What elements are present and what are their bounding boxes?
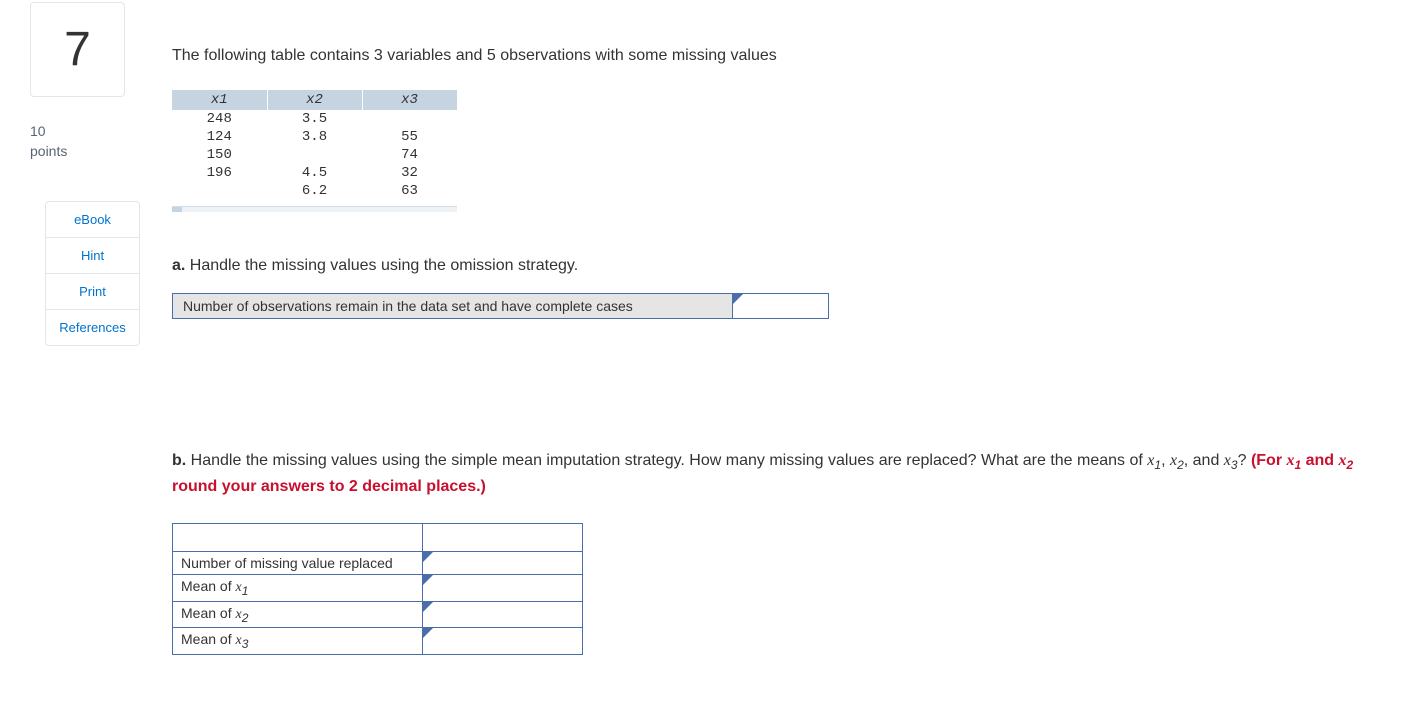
table-row: 196 4.5 32: [172, 164, 457, 182]
col-header-x2: x2: [267, 90, 362, 110]
input-indicator-icon: [423, 552, 433, 562]
points-value: 10: [30, 122, 140, 142]
mean-x2-input[interactable]: [423, 603, 582, 625]
sidebar-links: eBook Hint Print References: [45, 201, 140, 346]
sidebar-link-hint[interactable]: Hint: [46, 238, 139, 274]
missing-count-input[interactable]: [423, 552, 582, 574]
sidebar-link-references[interactable]: References: [46, 310, 139, 345]
part-b-text: Handle the missing values using the simp…: [186, 452, 1147, 469]
intro-text: The following table contains 3 variables…: [172, 47, 1377, 65]
part-a-answer-row: Number of observations remain in the dat…: [172, 293, 829, 319]
part-a-text: Handle the missing values using the omis…: [185, 257, 578, 274]
cell: [267, 146, 362, 164]
cell: 150: [172, 146, 267, 164]
row-label: Mean of x3: [173, 628, 423, 655]
row-label: Number of missing value replaced: [173, 551, 423, 574]
cell: 55: [362, 128, 457, 146]
sub-3: 3: [1231, 458, 1238, 472]
col-header-x3: x3: [362, 90, 457, 110]
part-b-label: b.: [172, 452, 186, 469]
cell: 6.2: [267, 182, 362, 200]
table-row: Mean of x1: [173, 574, 583, 601]
table-row: Number of missing value replaced: [173, 551, 583, 574]
input-cell: [423, 551, 583, 574]
cell: 63: [362, 182, 457, 200]
cell: 3.5: [267, 110, 362, 128]
mean-x3-input[interactable]: [423, 630, 582, 652]
and: , and: [1184, 452, 1224, 469]
cell: 4.5: [267, 164, 362, 182]
part-a-label: a.: [172, 257, 185, 274]
part-a-prompt: a. Handle the missing values using the o…: [172, 257, 1377, 275]
part-a-answer-label: Number of observations remain in the dat…: [173, 294, 733, 318]
sub-2: 2: [1177, 458, 1184, 472]
cell: [172, 182, 267, 200]
cell: 32: [362, 164, 457, 182]
row-label: Mean of x2: [173, 601, 423, 628]
sidebar: 7 10 points eBook Hint Print References: [30, 2, 140, 655]
empty-header: [173, 523, 423, 551]
points-label: 10 points: [30, 122, 140, 161]
table-row: 124 3.8 55: [172, 128, 457, 146]
cell: 196: [172, 164, 267, 182]
table-row: 150 74: [172, 146, 457, 164]
cell: 74: [362, 146, 457, 164]
cell: [362, 110, 457, 128]
main-content: The following table contains 3 variables…: [172, 2, 1377, 655]
cell: 248: [172, 110, 267, 128]
input-cell: [423, 574, 583, 601]
table-row: Mean of x3: [173, 628, 583, 655]
cell: 124: [172, 128, 267, 146]
var-x: x: [1224, 452, 1231, 469]
table-scroll-hint: [172, 206, 457, 212]
question-number-box: 7: [30, 2, 125, 97]
join: ,: [1161, 452, 1170, 469]
input-cell: [423, 628, 583, 655]
input-indicator-icon: [423, 575, 433, 585]
sidebar-link-ebook[interactable]: eBook: [46, 202, 139, 238]
input-indicator-icon: [733, 294, 743, 304]
input-indicator-icon: [423, 628, 433, 638]
sidebar-link-print[interactable]: Print: [46, 274, 139, 310]
points-text: points: [30, 143, 67, 159]
col-header-x1: x1: [172, 90, 267, 110]
row-label: Mean of x1: [173, 574, 423, 601]
data-table: x1 x2 x3 248 3.5 124 3.8 55 150: [172, 90, 458, 200]
input-cell: [423, 601, 583, 628]
empty-header: [423, 523, 583, 551]
table-row: 6.2 63: [172, 182, 457, 200]
cell: 3.8: [267, 128, 362, 146]
part-b-prompt: b. Handle the missing values using the s…: [172, 449, 1377, 498]
var-x: x: [1170, 452, 1177, 469]
part-a-input-wrap: [733, 294, 828, 318]
input-indicator-icon: [423, 602, 433, 612]
qmark: ?: [1238, 452, 1251, 469]
table-row: Mean of x2: [173, 601, 583, 628]
part-a-input[interactable]: [733, 294, 828, 318]
part-b-header-row: [173, 523, 583, 551]
table-row: 248 3.5: [172, 110, 457, 128]
mean-x1-input[interactable]: [423, 577, 582, 599]
part-b-table: Number of missing value replaced Mean of…: [172, 523, 583, 655]
